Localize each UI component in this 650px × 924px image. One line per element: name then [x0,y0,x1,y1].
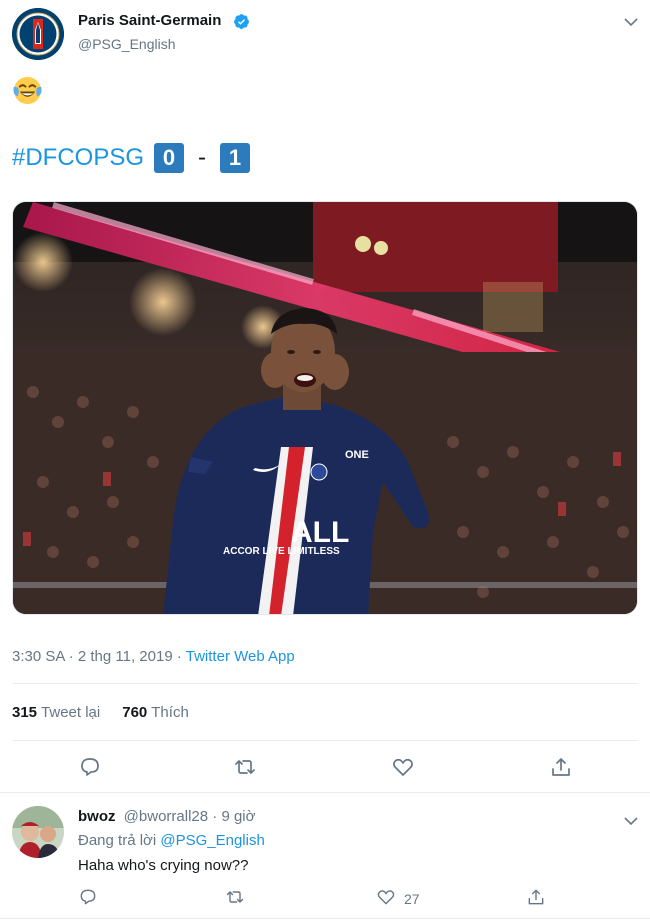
retweets-count: 315 [12,704,38,721]
reply-likes-count: 27 [404,890,420,907]
tweet-text: #DFCOPSG 0 - 1 [12,143,251,173]
like-icon [376,887,396,910]
photo-sleeve-text: ONE [345,449,369,461]
reply-header: bwoz @bworrall28 · 9 giờ [78,808,255,825]
reply-icon [78,887,98,910]
tweet-meta: 3:30 SA · 2 thg 11, 2019 · Twitter Web A… [12,648,295,665]
retweet-icon[interactable] [233,755,257,779]
tweet-stats: 315 Tweet lại 760 Thích [12,704,189,721]
reply-author-name[interactable]: bwoz [78,808,116,825]
tears-of-joy-emoji-icon [12,75,43,106]
divider [12,740,638,741]
reply-avatar[interactable] [12,806,64,858]
retweets-label: Tweet lại [41,704,101,721]
score-away: 1 [220,143,251,173]
author-name[interactable]: Paris Saint-Germain [78,12,221,29]
photo-kit-subtext: ACCOR LIVE LIMITLESS [223,546,340,557]
verified-icon [233,13,250,30]
like-icon[interactable] [391,755,415,779]
score-separator: - [198,144,207,171]
celebration-photo-image: ALL ACCOR LIVE LIMITLESS ONE [13,202,637,614]
tweet-timestamp[interactable]: 3:30 SA · 2 thg 11, 2019 [12,648,173,665]
tweet-source-link[interactable]: Twitter Web App [186,648,295,665]
retweet-icon [225,887,245,910]
psg-avatar[interactable] [12,8,64,60]
likes-stat[interactable]: 760 Thích [122,704,189,721]
author-handle[interactable]: @PSG_English [78,36,175,52]
reply-author-handle[interactable]: @bworrall28 [124,808,208,825]
replying-to: Đang trả lời @PSG_English [78,832,265,849]
reply-time[interactable]: · 9 giờ [212,808,255,825]
share-icon[interactable] [549,755,573,779]
tweet-photo[interactable]: ALL ACCOR LIVE LIMITLESS ONE [12,201,638,615]
reply-share-button[interactable] [526,887,546,910]
score-home: 0 [154,143,185,173]
divider [0,792,650,793]
photo-kit-text: ALL [291,516,349,549]
meta-separator: · [176,648,182,665]
divider [12,683,638,684]
replying-prefix: Đang trả lời [78,832,157,849]
share-icon [526,887,546,910]
psg-crest-logo [12,8,64,60]
chevron-down-icon[interactable] [624,813,638,826]
reply-like-button[interactable]: 27 [376,887,420,910]
divider [0,918,650,919]
reply-retweet-button[interactable] [225,887,245,910]
retweets-stat[interactable]: 315 Tweet lại [12,704,100,721]
reply-text: Haha who's crying now?? [78,857,249,874]
replying-to-mention[interactable]: @PSG_English [160,832,264,849]
likes-label: Thích [151,704,189,721]
chevron-down-icon[interactable] [624,14,638,27]
hashtag-link[interactable]: #DFCOPSG [12,144,144,172]
likes-count: 760 [122,704,148,721]
reply-reply-button[interactable] [78,887,98,910]
reply-icon[interactable] [78,755,102,779]
